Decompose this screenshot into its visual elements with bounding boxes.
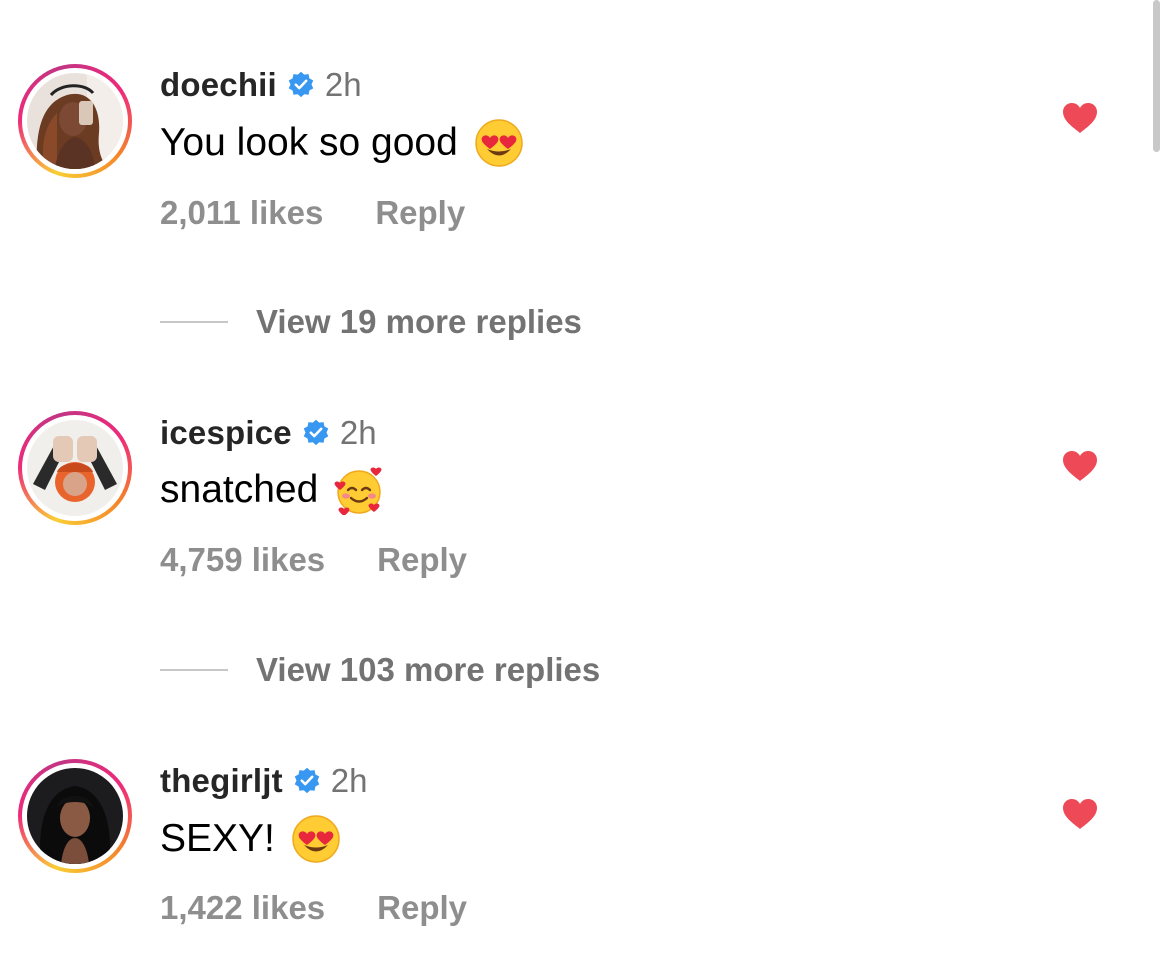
avatar-story-ring[interactable] (18, 411, 132, 525)
comment-header: icespice 2h (160, 413, 377, 453)
comment-meta: 1,422 likes Reply (160, 888, 467, 928)
avatar-story-ring[interactable] (18, 64, 132, 178)
view-more-replies-button[interactable]: View 103 more replies (160, 650, 600, 690)
reply-button[interactable]: Reply (377, 541, 467, 579)
view-more-label: View 103 more replies (256, 651, 601, 688)
avatar (27, 768, 123, 864)
view-more-label: View 19 more replies (256, 303, 582, 340)
like-count[interactable]: 4,759 likes (160, 541, 325, 579)
heart-icon[interactable] (1062, 798, 1098, 830)
username[interactable]: doechii (160, 66, 277, 104)
avatar (27, 73, 123, 169)
comment-body: You look so good (160, 118, 524, 168)
heart-icon[interactable] (1062, 102, 1098, 134)
timestamp: 2h (324, 66, 362, 103)
scrollbar[interactable] (1153, 0, 1160, 152)
avatar (27, 420, 123, 516)
comment-header: doechii 2h (160, 65, 362, 105)
comment-text: snatched (160, 468, 319, 511)
smiling-face-with-hearts-emoji-icon (334, 467, 382, 515)
like-count[interactable]: 1,422 likes (160, 889, 325, 927)
reply-button[interactable]: Reply (375, 194, 465, 232)
username[interactable]: thegirljt (160, 762, 283, 800)
like-count[interactable]: 2,011 likes (160, 194, 323, 232)
verified-badge-icon (294, 767, 320, 794)
comment-header: thegirljt 2h (160, 761, 368, 801)
divider (160, 321, 228, 323)
verified-badge-icon (288, 71, 314, 98)
heart-eyes-emoji-icon (475, 119, 523, 167)
view-more-replies-button[interactable]: View 19 more replies (160, 302, 582, 342)
comment-text: You look so good (160, 121, 458, 164)
timestamp: 2h (339, 414, 377, 451)
heart-eyes-emoji-icon (292, 815, 340, 863)
reply-button[interactable]: Reply (377, 889, 467, 927)
comment-text: SEXY! (160, 817, 275, 860)
divider (160, 669, 228, 671)
comment-body: snatched (160, 465, 384, 515)
timestamp: 2h (330, 762, 368, 799)
username[interactable]: icespice (160, 414, 292, 452)
comment-body: SEXY! (160, 814, 341, 864)
avatar-story-ring[interactable] (18, 759, 132, 873)
comment-meta: 2,011 likes Reply (160, 193, 465, 233)
comment-meta: 4,759 likes Reply (160, 540, 467, 580)
heart-icon[interactable] (1062, 450, 1098, 482)
verified-badge-icon (303, 419, 329, 446)
